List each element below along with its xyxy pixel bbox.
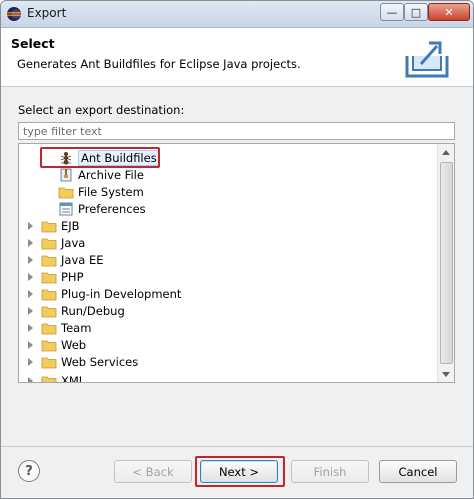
folder-icon <box>41 255 57 266</box>
folder-icon <box>41 323 57 334</box>
page-title: Select <box>11 36 55 51</box>
filter-input[interactable] <box>18 122 455 140</box>
folder-icon <box>41 272 57 283</box>
arrow-down-icon <box>442 371 450 377</box>
tree-item-file-system[interactable]: File System <box>58 183 144 200</box>
folder-icon <box>41 306 57 317</box>
folder-icon <box>41 221 57 232</box>
expand-arrow-icon[interactable] <box>28 221 33 230</box>
tree-item-label: EJB <box>61 218 80 233</box>
tree-item-label: Web <box>61 337 87 352</box>
export-dialog: Export — □ ✕ Select Generates Ant Buildf… <box>0 0 474 499</box>
tree-item-label: Archive File <box>78 167 144 182</box>
next-highlight-outline <box>195 456 285 487</box>
folder-icon <box>58 187 74 198</box>
archive-icon <box>60 168 72 181</box>
tree-category-ejb[interactable]: EJB <box>28 217 80 234</box>
tree-item-label: File System <box>78 184 144 199</box>
folder-icon <box>41 289 57 300</box>
destination-label: Select an export destination: <box>18 103 185 117</box>
expand-arrow-icon[interactable] <box>28 289 33 298</box>
minimize-button[interactable]: — <box>380 3 404 21</box>
vertical-scrollbar[interactable] <box>437 144 454 382</box>
selection-highlight-outline <box>40 147 160 168</box>
tree-item-label: Java EE <box>61 252 104 267</box>
wizard-header: Select Generates Ant Buildfiles for Ecli… <box>1 28 473 87</box>
finish-button[interactable]: Finish <box>291 460 369 483</box>
expand-arrow-icon[interactable] <box>28 306 33 315</box>
tree-item-label: XML <box>61 373 86 383</box>
button-bar-separator <box>1 446 473 447</box>
expand-arrow-icon[interactable] <box>28 272 33 281</box>
tree-item-label: Run/Debug <box>61 303 125 318</box>
tree-category-xml[interactable]: XML <box>28 372 86 383</box>
tree-item-label: Team <box>61 320 92 335</box>
expand-arrow-icon[interactable] <box>28 376 33 382</box>
window-title: Export <box>27 6 67 20</box>
tree-item-label: Preferences <box>78 201 146 216</box>
eclipse-icon <box>7 7 21 21</box>
title-bar[interactable]: Export — □ ✕ <box>1 1 473 28</box>
export-destination-tree[interactable]: Ant Buildfiles Archive File File System <box>18 143 455 383</box>
tree-category-run-debug[interactable]: Run/Debug <box>28 302 125 319</box>
folder-icon <box>41 357 57 368</box>
tree-rows: Ant Buildfiles Archive File File System <box>19 144 439 383</box>
tree-category-plugin-development[interactable]: Plug-in Development <box>28 285 181 302</box>
scroll-down-button[interactable] <box>438 366 454 382</box>
expand-arrow-icon[interactable] <box>28 323 33 332</box>
tree-category-web-services[interactable]: Web Services <box>28 353 138 370</box>
folder-icon <box>41 238 57 249</box>
tree-category-java[interactable]: Java <box>28 234 85 251</box>
expand-arrow-icon[interactable] <box>28 255 33 264</box>
expand-arrow-icon[interactable] <box>28 357 33 366</box>
help-button[interactable]: ? <box>18 460 40 482</box>
tree-category-web[interactable]: Web <box>28 336 86 353</box>
export-wizard-icon <box>405 41 449 78</box>
page-description: Generates Ant Buildfiles for Eclipse Jav… <box>17 57 301 71</box>
tree-item-label: PHP <box>61 269 84 284</box>
expand-arrow-icon[interactable] <box>28 340 33 349</box>
scroll-thumb[interactable] <box>440 162 453 364</box>
folder-icon <box>41 340 57 351</box>
tree-item-preferences[interactable]: Preferences <box>58 200 146 217</box>
maximize-button[interactable]: □ <box>404 3 428 21</box>
tree-category-java-ee[interactable]: Java EE <box>28 251 103 268</box>
folder-icon <box>41 376 57 382</box>
expand-arrow-icon[interactable] <box>28 238 33 247</box>
scroll-up-button[interactable] <box>438 144 454 160</box>
tree-item-archive-file[interactable]: Archive File <box>58 166 144 183</box>
tree-category-team[interactable]: Team <box>28 319 91 336</box>
preferences-icon <box>59 202 73 215</box>
back-button[interactable]: < Back <box>114 460 192 483</box>
tree-item-label: Web Services <box>61 354 139 369</box>
tree-item-label: Plug-in Development <box>61 286 182 301</box>
cancel-button[interactable]: Cancel <box>379 460 457 483</box>
tree-category-php[interactable]: PHP <box>28 268 84 285</box>
tree-item-label: Java <box>61 235 86 250</box>
arrow-up-icon <box>442 149 450 155</box>
close-button[interactable]: ✕ <box>428 3 470 21</box>
